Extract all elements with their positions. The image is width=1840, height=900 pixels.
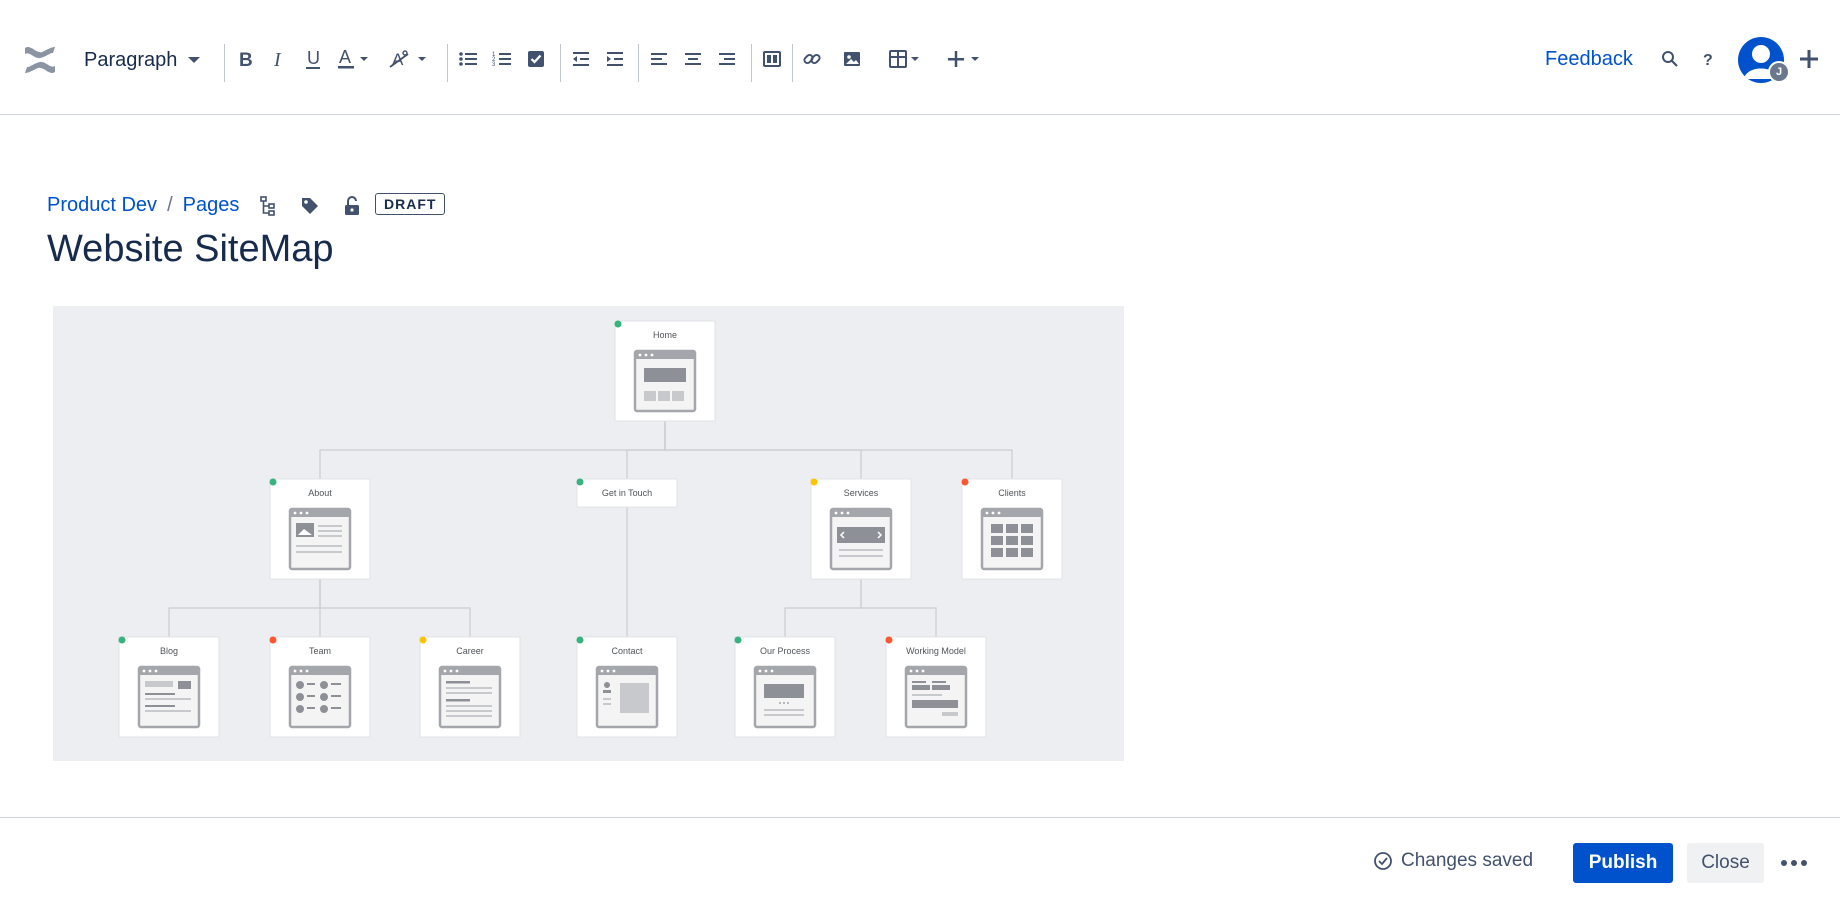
layouts-icon[interactable] [757, 44, 787, 74]
indent-icon[interactable] [600, 44, 630, 74]
editor-toolbar: Paragraph B I U A A 123 Feedback ? J [0, 0, 1840, 115]
label-tag-icon[interactable] [296, 192, 324, 220]
toolbar-divider [751, 44, 752, 82]
close-button[interactable]: Close [1687, 843, 1764, 883]
check-circle-icon [1374, 852, 1392, 870]
breadcrumb-separator: / [167, 194, 173, 216]
underline-icon[interactable]: U [298, 44, 328, 74]
insert-more-icon[interactable] [944, 44, 984, 74]
sitemap-node-label: Career [456, 646, 484, 656]
sitemap-connector [860, 579, 937, 637]
status-dot [885, 636, 893, 644]
sitemap-node-team: Team [269, 636, 371, 738]
toolbar-divider [560, 44, 561, 82]
sitemap-node-services: Services [810, 478, 912, 580]
bold-icon[interactable]: B [230, 44, 260, 74]
sitemap-node-get-in-touch: Get in Touch [576, 478, 678, 508]
sitemap-connector [626, 421, 666, 479]
sitemap-connector [319, 421, 666, 479]
create-plus-icon[interactable] [1794, 44, 1824, 74]
outdent-icon[interactable] [566, 44, 596, 74]
italic-icon[interactable]: I [264, 44, 294, 74]
sitemap-node-label: Clients [998, 488, 1026, 498]
svg-text:B: B [239, 50, 253, 69]
page-title[interactable]: Website SiteMap [47, 228, 334, 271]
toolbar-divider [447, 44, 448, 82]
sitemap-diagram: Home About Get in Touch Services Clients Blog… [118, 320, 1063, 738]
sitemap-connector [319, 579, 471, 637]
save-status: Changes saved [1373, 850, 1533, 872]
toolbar-divider [224, 44, 225, 82]
sitemap-node-label: Working Model [906, 646, 966, 656]
status-dot [734, 636, 742, 644]
feedback-link[interactable]: Feedback [1545, 48, 1633, 71]
svg-text:U: U [307, 48, 320, 68]
breadcrumb-space-link[interactable]: Product Dev [47, 194, 157, 217]
more-actions-icon[interactable] [1778, 848, 1810, 878]
page-tree-icon[interactable] [254, 192, 282, 220]
sitemap-node-label: Contact [611, 646, 643, 656]
task-list-icon[interactable] [521, 44, 551, 74]
svg-text:I: I [273, 49, 282, 69]
sitemap-node-label: About [308, 488, 332, 498]
sitemap-connector [664, 421, 1013, 479]
save-status-text: Changes saved [1401, 850, 1534, 871]
link-icon[interactable] [797, 44, 827, 74]
sitemap-node-about: About [269, 478, 371, 580]
sitemap-node-career: Career [419, 636, 521, 738]
bullet-list-icon[interactable] [453, 44, 483, 74]
restrictions-unlock-icon[interactable] [338, 192, 366, 220]
svg-text:3: 3 [492, 62, 496, 68]
help-icon[interactable]: ? [1693, 44, 1723, 74]
confluence-logo-icon[interactable] [20, 42, 60, 78]
sitemap-node-label: Home [653, 330, 677, 340]
status-dot [269, 478, 277, 486]
clear-format-icon[interactable]: A [386, 44, 430, 74]
breadcrumb: Product Dev / Pages [47, 194, 239, 217]
sitemap-node-label: Blog [160, 646, 178, 656]
image-icon[interactable] [837, 44, 867, 74]
avatar-badge: J [1768, 61, 1790, 83]
table-icon[interactable] [886, 44, 924, 74]
align-center-icon[interactable] [678, 44, 708, 74]
sitemap-node-working-model: Working Model [885, 636, 987, 738]
sitemap-node-home: Home [614, 320, 716, 422]
status-dot [269, 636, 277, 644]
status-dot [810, 478, 818, 486]
sitemap-node-label: Team [309, 646, 331, 656]
status-dot [961, 478, 969, 486]
status-dot [576, 636, 584, 644]
toolbar-divider [638, 44, 639, 82]
status-dot [419, 636, 427, 644]
sitemap-node-contact: Contact [576, 636, 678, 738]
toolbar-divider [792, 44, 793, 82]
numbered-list-icon[interactable]: 123 [487, 44, 517, 74]
sitemap-node-label: Services [844, 488, 879, 498]
sitemap-node-clients: Clients [961, 478, 1063, 580]
status-dot [614, 320, 622, 328]
svg-text:A: A [392, 50, 404, 69]
svg-text:?: ? [1703, 52, 1713, 69]
search-icon[interactable] [1655, 44, 1685, 74]
sitemap-node-label: Get in Touch [602, 488, 652, 498]
svg-text:A: A [339, 48, 351, 67]
paragraph-style-select[interactable]: Paragraph [84, 44, 201, 76]
sitemap-diagram-image[interactable]: Home About Get in Touch Services Clients Blog… [53, 306, 1124, 761]
sitemap-node-our-process: Our Process [734, 636, 836, 738]
sitemap-node-label: Our Process [760, 646, 811, 656]
editor-footer: Changes saved Publish Close [0, 817, 1840, 900]
draft-status-lozenge: DRAFT [375, 193, 446, 215]
sitemap-connector [784, 579, 862, 637]
publish-button[interactable]: Publish [1573, 843, 1673, 883]
text-color-icon[interactable]: A [334, 44, 374, 74]
sitemap-connector [168, 579, 321, 637]
sitemap-node-blog: Blog [118, 636, 220, 738]
align-left-icon[interactable] [644, 44, 674, 74]
paragraph-style-label: Paragraph [84, 48, 178, 71]
status-dot [576, 478, 584, 486]
chevron-down-icon [188, 57, 201, 63]
status-dot [118, 636, 126, 644]
align-right-icon[interactable] [712, 44, 742, 74]
breadcrumb-pages-link[interactable]: Pages [183, 194, 240, 217]
